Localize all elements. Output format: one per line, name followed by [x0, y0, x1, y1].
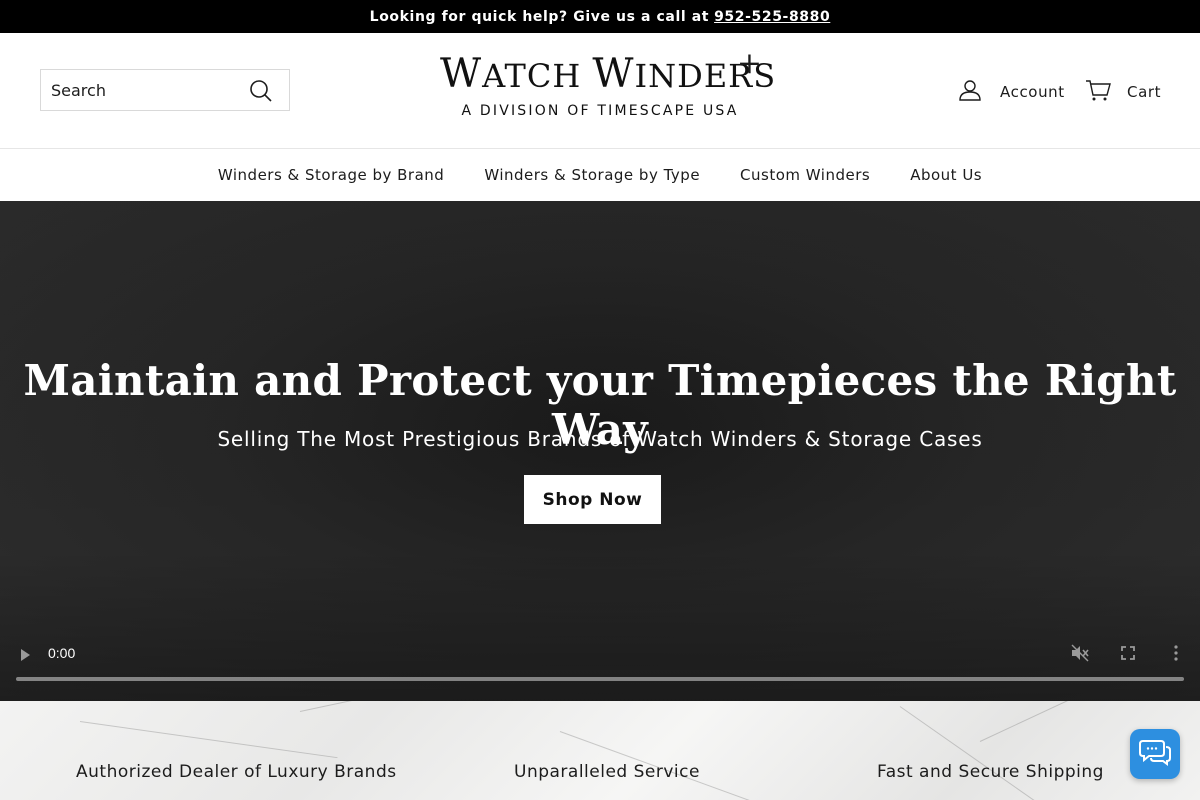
shop-now-button[interactable]: Shop Now — [524, 475, 661, 524]
features-section: Authorized Dealer of Luxury Brands Unpar… — [0, 701, 1200, 800]
feature-authorized-dealer: Authorized Dealer of Luxury Brands — [76, 762, 397, 782]
marble-vein — [979, 701, 1126, 742]
nav-winders-by-type[interactable]: Winders & Storage by Type — [484, 166, 700, 184]
feature-service: Unparalleled Service — [514, 762, 700, 782]
search-box — [40, 69, 290, 111]
video-progress-bar[interactable] — [16, 677, 1184, 681]
main-nav: Winders & Storage by Brand Winders & Sto… — [0, 148, 1200, 201]
nav-custom-winders[interactable]: Custom Winders — [740, 166, 870, 184]
search-icon[interactable] — [249, 79, 273, 103]
announcement-bar: Looking for quick help? Give us a call a… — [0, 0, 1200, 33]
nav-winders-by-brand[interactable]: Winders & Storage by Brand — [218, 166, 444, 184]
more-vertical-icon[interactable] — [1166, 643, 1186, 663]
video-controls: 0:00 — [0, 627, 1200, 701]
video-time: 0:00 — [48, 645, 76, 661]
cart-label: Cart — [1127, 83, 1162, 101]
muted-icon[interactable] — [1070, 643, 1090, 663]
search-input[interactable] — [41, 80, 241, 100]
cart-icon — [1085, 78, 1111, 106]
account-link[interactable]: Account — [958, 78, 1065, 106]
site-header: WATCH WINDERS + A DIVISION OF TIMESCAPE … — [0, 33, 1200, 148]
nav-about-us[interactable]: About Us — [910, 166, 982, 184]
site-logo[interactable]: WATCH WINDERS + A DIVISION OF TIMESCAPE … — [440, 46, 777, 120]
logo-wordmark: WATCH WINDERS — [440, 51, 777, 97]
announcement-text: Looking for quick help? Give us a call a… — [369, 8, 710, 25]
marble-vein — [79, 721, 338, 759]
hero-video[interactable]: Maintain and Protect your Timepieces the… — [0, 201, 1200, 701]
phone-link[interactable]: 952-525-8880 — [714, 9, 830, 25]
account-label: Account — [1000, 83, 1065, 101]
user-icon — [958, 78, 982, 106]
fullscreen-icon[interactable] — [1118, 643, 1138, 663]
cart-link[interactable]: Cart — [1085, 78, 1161, 106]
marble-vein — [299, 701, 477, 712]
logo-tagline: A DIVISION OF TIMESCAPE USA — [461, 103, 739, 119]
chat-icon — [1139, 738, 1171, 770]
logo-plus: + — [736, 46, 762, 81]
hero-subtitle: Selling The Most Prestigious Brands of W… — [217, 427, 983, 451]
chat-button[interactable] — [1130, 729, 1180, 779]
play-icon[interactable] — [18, 647, 32, 661]
marble-vein — [899, 706, 1065, 800]
feature-shipping: Fast and Secure Shipping — [877, 762, 1104, 782]
